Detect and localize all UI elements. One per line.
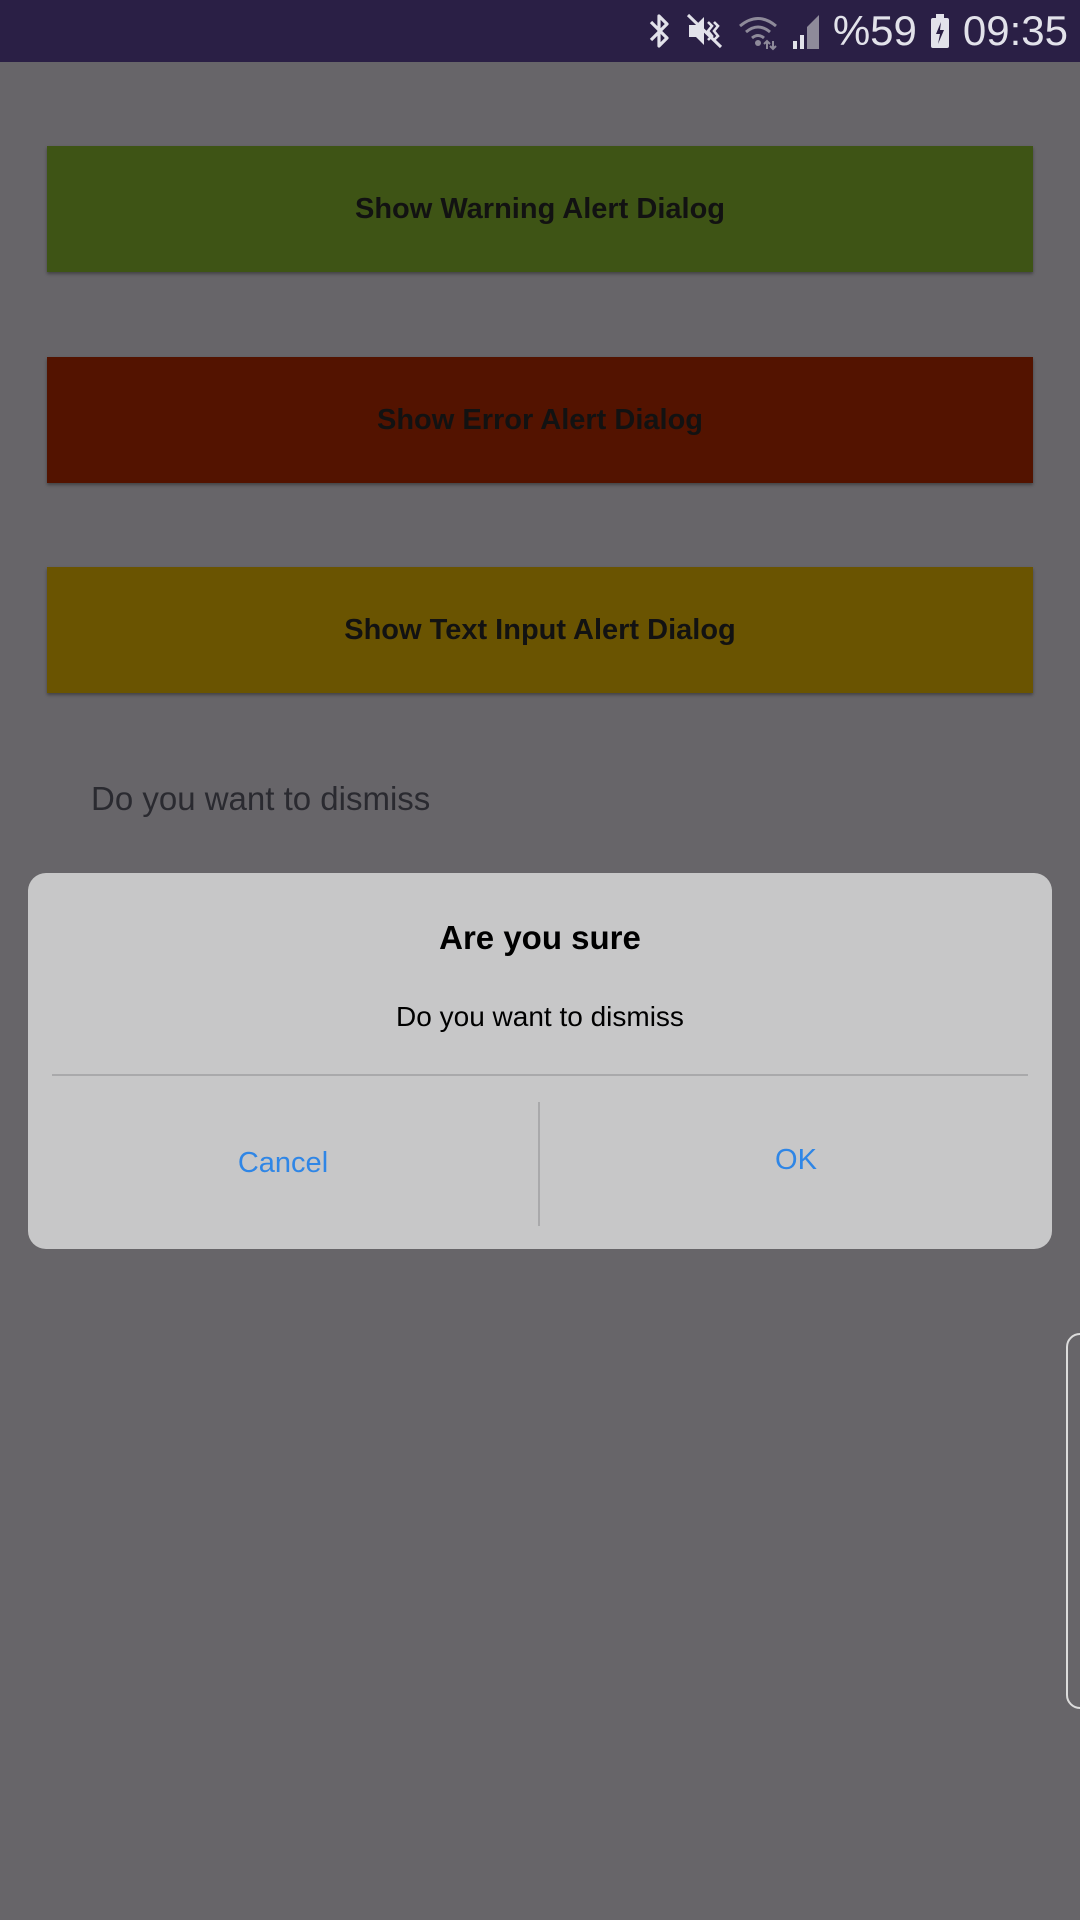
show-warning-dialog-label: Show Warning Alert Dialog — [354, 192, 726, 225]
show-error-dialog-label: Show Error Alert Dialog — [376, 403, 704, 436]
status-icons: %59 09:35 — [647, 0, 1068, 62]
dialog-title: Are you sure — [439, 919, 641, 956]
status-bar: %59 09:35 — [0, 0, 1080, 62]
show-warning-dialog-button[interactable]: Show Warning Alert Dialog — [47, 146, 1033, 272]
bluetooth-icon — [647, 0, 673, 62]
wifi-icon — [737, 0, 779, 62]
signal-icon — [791, 0, 821, 62]
cancel-button-label: Cancel — [237, 1147, 329, 1179]
mute-icon — [685, 0, 725, 62]
show-text-input-dialog-button[interactable]: Show Text Input Alert Dialog — [47, 567, 1033, 693]
ok-button-label: OK — [775, 1144, 817, 1176]
alert-dialog: Are you sure Do you want to dismiss Canc… — [28, 873, 1052, 1249]
result-text: Do you want to dismiss — [91, 780, 431, 817]
battery-percent: %59 — [832, 7, 917, 54]
clock: 09:35 — [962, 7, 1068, 54]
show-text-input-dialog-label: Show Text Input Alert Dialog — [344, 613, 736, 646]
battery-charging-icon — [929, 0, 951, 62]
ok-button[interactable]: OK — [540, 1078, 1052, 1249]
dialog-message: Do you want to dismiss — [396, 1001, 684, 1032]
screen: %59 09:35 Show Warning Alert Dialog Show… — [0, 0, 1080, 1920]
show-error-dialog-button[interactable]: Show Error Alert Dialog — [47, 357, 1033, 483]
cancel-button[interactable]: Cancel — [28, 1078, 538, 1249]
dialog-divider — [52, 1074, 1028, 1076]
edge-panel-handle[interactable] — [1066, 1333, 1080, 1709]
